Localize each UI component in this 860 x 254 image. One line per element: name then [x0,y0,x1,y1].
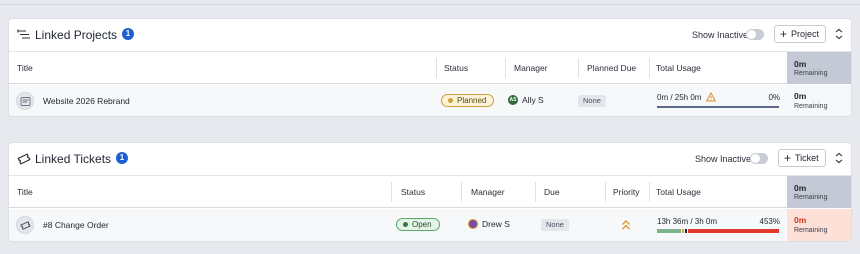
column-divider [605,182,606,202]
remaining-header: 0m Remaining [787,52,851,84]
column-divider [535,182,536,202]
column-divider [436,58,437,78]
col-title[interactable]: Title [17,63,33,73]
linked-projects-count-badge: 1 [122,28,134,40]
manager-name: Ally S [522,95,544,105]
planned-due-value: None [578,95,606,107]
col-due[interactable]: Due [544,187,560,197]
divider-line [0,4,860,5]
col-total-usage[interactable]: Total Usage [656,187,701,197]
table-row[interactable]: #8 Change Order Open Drew S None 13h 36m… [9,209,851,241]
status-badge: Open [396,218,440,231]
manager: Drew S [468,219,510,229]
avatar: AS [508,95,518,105]
linked-projects-title: Linked Projects [35,28,118,42]
linked-tickets-count-badge: 1 [116,152,128,164]
col-priority[interactable]: Priority [613,187,639,197]
double-chevron-up-icon [622,220,630,230]
linked-projects-header: Linked Projects 1 Show Inactive + Projec… [9,19,851,51]
remaining-label: Remaining [794,103,828,110]
col-status[interactable]: Status [401,187,425,197]
tickets-column-header: Title Status Manager Due Priority Total … [9,175,851,208]
col-planned-due[interactable]: Planned Due [587,63,636,73]
column-divider [649,58,650,78]
usage-text: 13h 36m / 3h 0m [657,217,718,226]
usage-progress-bar [657,106,779,108]
remaining-cell: 0m Remaining [787,209,851,241]
usage-bar-budget [657,229,681,233]
column-divider [505,58,506,78]
remaining-header-value: 0m [794,183,807,193]
linked-tickets-title: Linked Tickets [35,152,112,166]
remaining-header-value: 0m [794,59,807,69]
remaining-value: 0m [794,91,807,101]
status-label: Planned [457,96,487,105]
due-value: None [541,219,569,231]
usage-percent: 453% [759,217,780,226]
show-inactive-label: Show Inactive [695,154,752,164]
project-thumbnail-icon [16,92,34,110]
projects-column-header: Title Status Manager Planned Due Total U… [9,51,851,84]
ticket-row-icon [16,216,34,234]
usage-bar-marker [685,229,687,233]
status-label: Open [412,220,432,229]
col-manager[interactable]: Manager [471,187,505,197]
usage-text: 0m / 25h 0m [657,93,702,102]
col-total-usage[interactable]: Total Usage [656,63,701,73]
add-ticket-label: Ticket [795,153,819,163]
remaining-cell: 0m Remaining [787,85,851,116]
remaining-header-label: Remaining [794,194,828,201]
status-dot [448,98,453,103]
remaining-header: 0m Remaining [787,176,851,208]
linked-projects-card: Linked Projects 1 Show Inactive + Projec… [8,18,852,117]
add-project-button[interactable]: + Project [774,25,827,43]
add-project-label: Project [791,29,820,39]
show-inactive-label: Show Inactive [692,30,749,40]
status-dot [403,222,408,227]
ticket-icon [17,153,31,165]
column-divider [391,182,392,202]
remaining-label: Remaining [794,227,828,234]
plus-icon: + [780,27,788,41]
linked-tickets-header: Linked Tickets 1 Show Inactive + Ticket [9,143,851,175]
usage-bar-over [688,229,779,233]
usage-percent: 0% [768,93,780,102]
usage-bar-marker [682,229,684,233]
show-inactive-toggle[interactable] [746,29,764,40]
manager: AS Ally S [508,95,544,105]
remaining-value: 0m [794,215,807,225]
linked-tickets-card: Linked Tickets 1 Show Inactive + Ticket … [8,142,852,242]
add-ticket-button[interactable]: + Ticket [778,149,826,167]
ticket-title[interactable]: #8 Change Order [43,220,109,230]
project-title[interactable]: Website 2026 Rebrand [43,96,130,106]
column-divider [578,58,579,78]
plus-icon: + [784,151,792,165]
col-title[interactable]: Title [17,187,33,197]
manager-name: Drew S [482,219,510,229]
collapse-icon[interactable] [833,152,845,164]
show-inactive-toggle[interactable] [750,153,768,164]
col-status[interactable]: Status [444,63,468,73]
column-divider [649,182,650,202]
table-row[interactable]: Website 2026 Rebrand Planned AS Ally S N… [9,85,851,116]
warning-icon [706,92,716,102]
column-divider [461,182,462,202]
project-list-icon [17,29,30,39]
remaining-header-label: Remaining [794,70,828,77]
status-badge: Planned [441,94,495,107]
avatar [468,219,478,229]
col-manager[interactable]: Manager [514,63,548,73]
collapse-icon[interactable] [833,28,845,40]
